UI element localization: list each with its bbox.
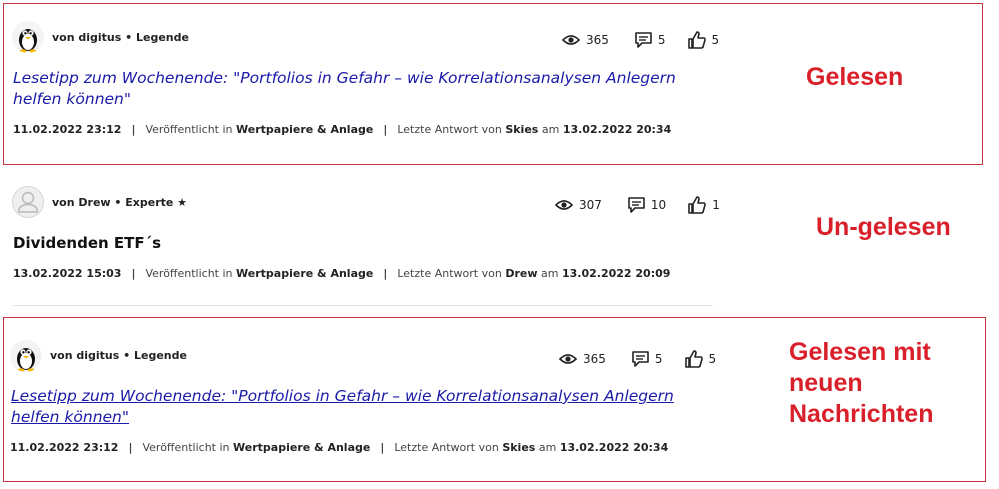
views-stat: 365 — [559, 352, 606, 366]
last-reply-label: Letzte Antwort von — [397, 123, 502, 136]
last-reply-label: Letzte Antwort von — [397, 267, 502, 280]
published-label: Veröffentlicht in — [142, 441, 230, 454]
meta-separator: | — [383, 267, 388, 280]
post-meta: 13.02.2022 15:03 | Veröffentlicht in Wertp… — [13, 267, 670, 280]
thumbs-up-icon — [688, 196, 706, 214]
meta-separator: | — [128, 441, 133, 454]
board-link[interactable]: Wertpapiere & Anlage — [236, 267, 373, 280]
last-reply-user[interactable]: Drew — [505, 267, 537, 280]
annotation-read: Gelesen — [806, 63, 904, 91]
last-reply-user[interactable]: Skies — [502, 441, 535, 454]
thumbs-up-icon — [687, 31, 706, 49]
post-date: 11.02.2022 23:12 — [10, 441, 119, 454]
eye-icon — [559, 354, 577, 364]
last-reply-user[interactable]: Skies — [505, 123, 538, 136]
post-date: 11.02.2022 23:12 — [13, 123, 122, 136]
likes-stat[interactable]: 1 — [688, 196, 720, 214]
post-divider — [13, 305, 713, 306]
author-line[interactable]: von digitus • Legende — [50, 349, 187, 362]
views-stat: 365 — [562, 33, 609, 47]
likes-count: 1 — [712, 198, 720, 212]
meta-separator: | — [131, 267, 136, 280]
comments-stat: 5 — [632, 351, 663, 367]
views-count: 307 — [579, 198, 602, 212]
comment-icon — [635, 32, 652, 48]
penguin-avatar-icon — [12, 21, 44, 53]
likes-stat[interactable]: 5 — [684, 350, 717, 368]
author-line[interactable]: von Drew • Experte ★ — [52, 196, 187, 209]
post-meta: 11.02.2022 23:12 | Veröffentlicht in Wertp… — [13, 123, 671, 136]
post-title-link[interactable]: Lesetipp zum Wochenende: "Portfolios in … — [11, 386, 711, 428]
post-stats: 365 5 5 — [559, 350, 716, 368]
comment-icon — [628, 197, 645, 213]
views-count: 365 — [583, 352, 606, 366]
last-reply-on: am — [541, 267, 559, 280]
meta-separator: | — [383, 123, 388, 136]
last-reply-on: am — [541, 123, 560, 136]
meta-separator: | — [380, 441, 385, 454]
comment-icon — [632, 351, 649, 367]
post-stats: 365 5 5 — [562, 31, 719, 49]
likes-count: 5 — [708, 352, 717, 366]
published-label: Veröffentlicht in — [145, 267, 233, 280]
last-reply-date: 13.02.2022 20:34 — [562, 123, 672, 136]
meta-separator: | — [131, 123, 136, 136]
comments-count: 5 — [657, 33, 666, 47]
last-reply-on: am — [538, 441, 557, 454]
post-date: 13.02.2022 15:03 — [13, 267, 122, 280]
avatar-digitus[interactable] — [10, 340, 42, 372]
avatar-drew[interactable] — [12, 186, 44, 218]
author-line[interactable]: von digitus • Legende — [52, 31, 189, 44]
last-reply-date: 13.02.2022 20:34 — [559, 441, 669, 454]
post-title-link[interactable]: Lesetipp zum Wochenende: "Portfolios in … — [13, 68, 713, 110]
comments-count: 5 — [654, 352, 663, 366]
board-link[interactable]: Wertpapiere & Anlage — [236, 123, 373, 136]
thumbs-up-icon — [684, 350, 703, 368]
post-stats: 307 10 1 — [555, 196, 720, 214]
default-user-icon — [17, 191, 39, 213]
comments-stat: 5 — [635, 32, 666, 48]
annotation-read-new: Gelesen mit neuen Nachrichten — [789, 338, 934, 428]
eye-icon — [562, 35, 580, 45]
views-stat: 307 — [555, 198, 602, 212]
eye-icon — [555, 200, 573, 210]
post-title-link[interactable]: Dividenden ETF´s — [13, 233, 713, 254]
board-link[interactable]: Wertpapiere & Anlage — [233, 441, 370, 454]
post-meta: 11.02.2022 23:12 | Veröffentlicht in Wertp… — [10, 441, 668, 454]
avatar-digitus[interactable] — [12, 21, 44, 53]
published-label: Veröffentlicht in — [145, 123, 233, 136]
likes-count: 5 — [711, 33, 720, 47]
views-count: 365 — [586, 33, 609, 47]
last-reply-date: 13.02.2022 20:09 — [561, 267, 671, 280]
last-reply-label: Letzte Antwort von — [394, 441, 499, 454]
likes-stat[interactable]: 5 — [687, 31, 720, 49]
comments-stat: 10 — [628, 197, 666, 213]
penguin-avatar-icon — [10, 340, 42, 372]
annotation-unread: Un-gelesen — [816, 213, 951, 241]
comments-count: 10 — [650, 198, 667, 212]
